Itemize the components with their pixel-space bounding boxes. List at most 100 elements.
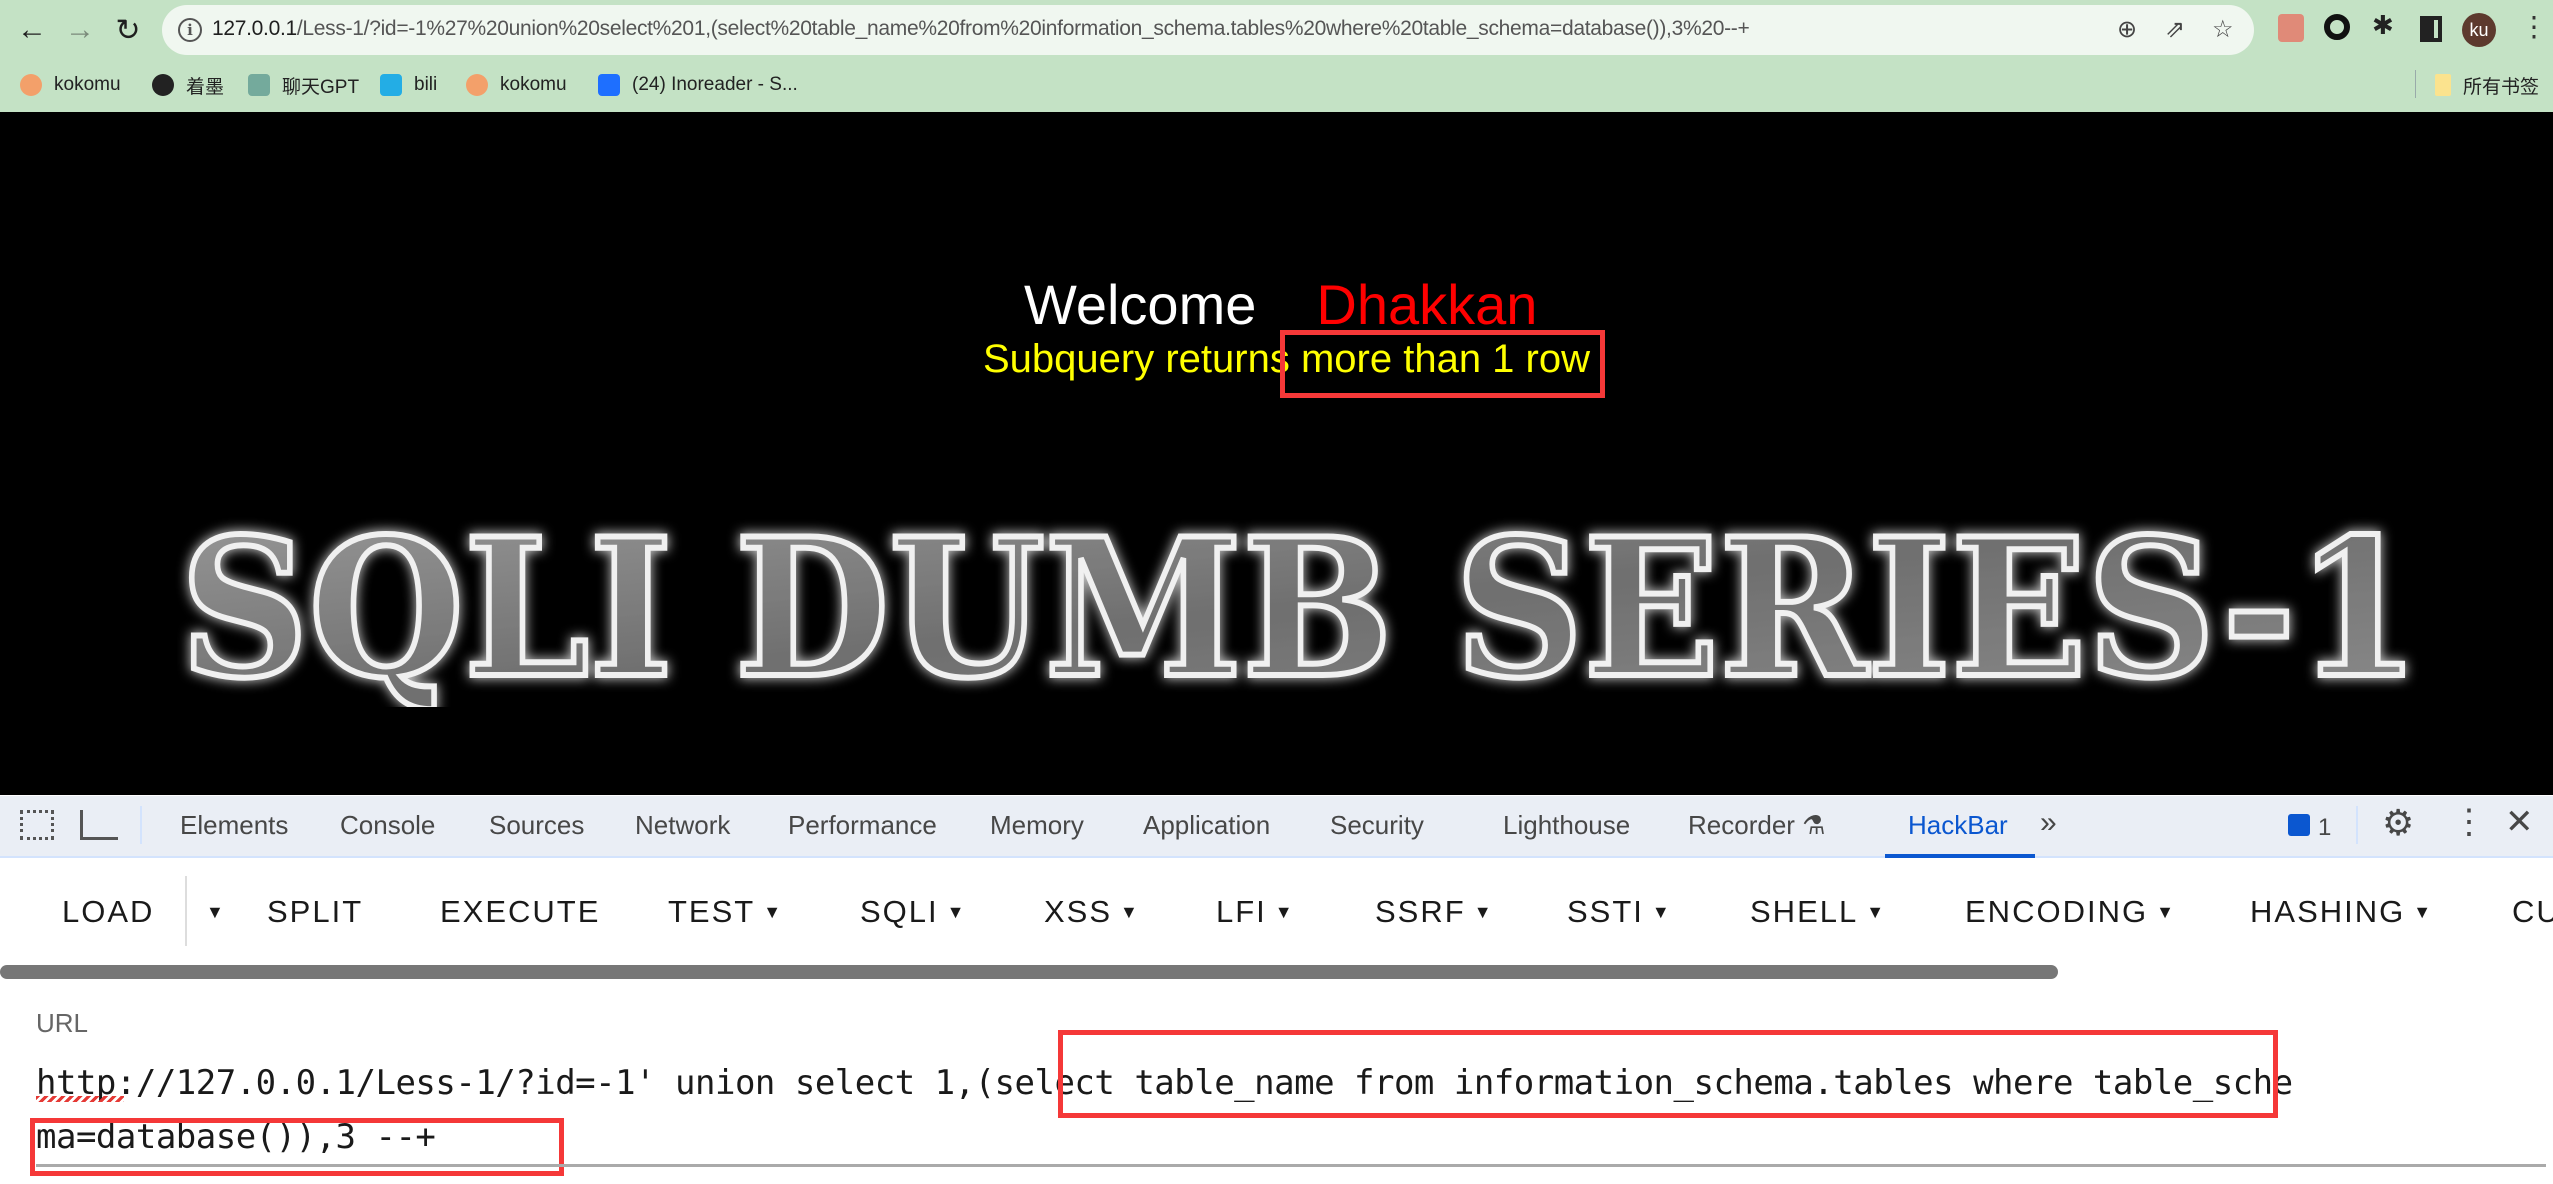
browser-menu-icon[interactable]: ⋮ [2520,10,2548,43]
bookmark-item[interactable]: 着墨 [152,70,224,100]
bookmark-item[interactable]: bili [380,70,437,100]
error-prefix: Subquery returns [983,337,1290,381]
tab-recorder[interactable]: Recorder ⚗ [1688,810,1825,841]
forward-button[interactable]: → [60,12,100,48]
encoding-menu-button[interactable]: ENCODING ▼ [1965,894,2176,930]
bookmark-item[interactable]: 聊天GPT [248,70,359,100]
github-icon [152,74,174,96]
welcome-line: Welcome Dhakkan [1024,272,1537,337]
tab-sources[interactable]: Sources [489,810,584,841]
tab-performance[interactable]: Performance [788,810,937,841]
tab-hackbar[interactable]: HackBar [1908,810,2008,841]
tab-divider [140,806,142,844]
address-url[interactable]: 127.0.0.1/Less-1/?id=-1%27%20union%20sel… [212,17,1750,41]
annotation-box [1280,330,1605,398]
split-button[interactable]: SPLIT [267,894,363,930]
bookmark-item[interactable]: kokomu [20,70,121,100]
url-label: URL [36,1008,89,1038]
share-icon[interactable]: ⇗ [2165,15,2185,44]
address-host: 127.0.0.1 [212,17,297,40]
menu-label: SSRF [1375,894,1466,929]
tab-application[interactable]: Application [1143,810,1270,841]
annotation-box [1058,1030,2278,1118]
extensions-puzzle-icon[interactable]: ✱ [2372,10,2398,40]
peach-icon [20,74,42,96]
address-path: /Less-1/?id=-1%27%20union%20select%201,(… [296,17,1750,40]
caret-down-icon: ▼ [1120,902,1140,922]
sqli-banner: SQLI DUMB SERIES-1 [177,507,2423,707]
url-field-underline [36,1164,2546,1167]
issues-icon[interactable] [2288,814,2310,836]
reload-button[interactable]: ↻ [108,12,148,48]
menu-label: TEST [668,894,756,929]
side-panel-icon[interactable] [2420,16,2442,42]
all-bookmarks-label: 所有书签 [2463,76,2540,98]
hashing-menu-button[interactable]: HASHING ▼ [2250,894,2433,930]
tab-elements[interactable]: Elements [180,810,288,841]
caret-down-icon: ▼ [2156,902,2176,922]
sqli-menu-button[interactable]: SQLI ▼ [860,894,966,930]
menu-label: ENCODING [1965,894,2149,929]
bookmark-star-icon[interactable]: ☆ [2212,15,2234,44]
xss-menu-button[interactable]: XSS ▼ [1044,894,1140,930]
all-bookmarks-button[interactable]: 所有书签 [2435,70,2539,100]
welcome-text: Welcome [1024,273,1257,336]
load-button[interactable]: LOAD [62,894,154,930]
load-dropdown-button[interactable]: ▼ [198,894,226,930]
execute-button[interactable]: EXECUTE [440,894,600,930]
site-info-icon[interactable]: i [178,18,202,42]
bookmark-label: (24) Inoreader - S... [632,74,798,95]
tab-memory[interactable]: Memory [990,810,1084,841]
menu-label: XSS [1044,894,1113,929]
settings-gear-icon[interactable]: ⚙ [2382,802,2414,844]
caret-down-icon: ▼ [206,902,226,922]
devtools-menu-icon[interactable]: ⋮ [2452,802,2486,842]
spellcheck-underline [36,1096,124,1102]
menu-label: HASHING [2250,894,2406,929]
ssti-menu-button[interactable]: SSTI ▼ [1567,894,1672,930]
shell-menu-button[interactable]: SHELL ▼ [1750,894,1886,930]
tab-security[interactable]: Security [1330,810,1424,841]
close-devtools-icon[interactable]: ✕ [2505,802,2534,842]
tab-console[interactable]: Console [340,810,435,841]
address-bar[interactable]: i 127.0.0.1/Less-1/?id=-1%27%20union%20s… [162,5,2254,55]
tab-lighthouse[interactable]: Lighthouse [1503,810,1630,841]
back-button[interactable]: ← [12,12,52,48]
horizontal-scrollbar[interactable] [0,965,2058,979]
peach-icon [466,74,488,96]
zoom-icon[interactable]: ⊕ [2117,15,2137,44]
test-menu-button[interactable]: TEST ▼ [668,894,783,930]
bilibili-icon [380,74,402,96]
bookmark-label: bili [414,74,438,95]
button-divider [185,876,187,946]
caret-down-icon: ▼ [763,902,784,922]
tab-recorder-label: Recorder [1688,810,1795,840]
device-toolbar-icon[interactable] [80,810,118,840]
ssrf-menu-button[interactable]: SSRF ▼ [1375,894,1494,930]
bookmark-item[interactable]: kokomu [466,70,567,100]
menu-label: SQLI [860,894,939,929]
browser-chrome: ← → ↻ i 127.0.0.1/Less-1/?id=-1%27%20uni… [0,0,2553,112]
inspect-element-icon[interactable] [20,810,54,840]
tab-network[interactable]: Network [635,810,730,841]
menu-label: SSTI [1567,894,1644,929]
inoreader-icon [598,74,620,96]
lfi-menu-button[interactable]: LFI ▼ [1216,894,1295,930]
flask-icon: ⚗ [1802,810,1826,840]
extension-circle-icon[interactable] [2324,14,2350,40]
devtools-tabbar: Elements Console Sources Network Perform… [0,796,2553,858]
caret-down-icon: ▼ [1866,902,1887,922]
bookmarks-bar: kokomu 着墨 聊天GPT bili kokomu (24) Inoread… [0,62,2553,106]
profile-avatar[interactable]: ku [2462,13,2496,47]
caret-down-icon: ▼ [1274,902,1295,922]
more-tabs-icon[interactable]: » [2040,806,2057,840]
extension-icon[interactable] [2278,14,2304,42]
user-name: Dhakkan [1316,273,1538,336]
bookmark-item[interactable]: (24) Inoreader - S... [598,70,798,100]
menu-label: SHELL [1750,894,1859,929]
caret-down-icon: ▼ [1651,902,1672,922]
menu-label: LFI [1216,894,1267,929]
bookmark-label: kokomu [54,74,121,95]
bookmark-label: kokomu [500,74,567,95]
custom-menu-button[interactable]: CU [2512,894,2553,930]
